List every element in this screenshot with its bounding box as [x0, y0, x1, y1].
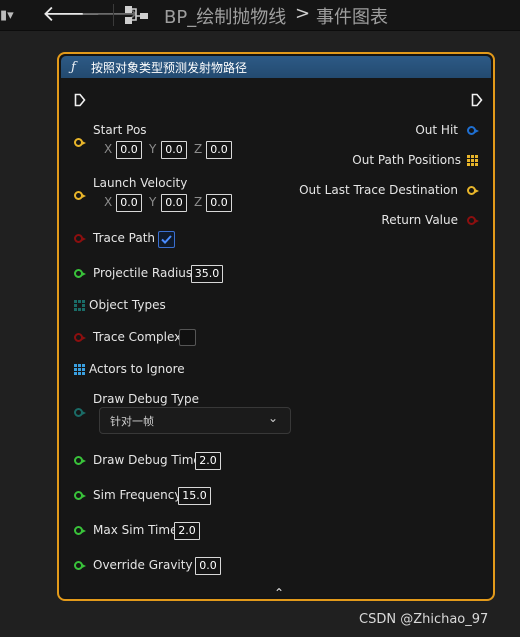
node-header[interactable]: ƒ 按照对象类型预测发射物路径	[61, 56, 491, 78]
launch-velocity-z-axis: Z	[194, 195, 203, 209]
start-pos-pin[interactable]	[74, 138, 86, 147]
actors-to-ignore-array-pin-icon[interactable]	[74, 364, 85, 375]
override-gravity-z-field[interactable]: 0.0	[195, 557, 221, 575]
exec-input-pin-icon[interactable]	[74, 93, 86, 107]
launch-velocity-x-axis: X	[104, 195, 113, 209]
chevron-down-icon: ⌄	[267, 411, 278, 425]
toolbar-divider	[113, 4, 114, 26]
out-path-positions-array-pin-icon[interactable]	[467, 155, 478, 166]
start-pos-x-axis: X	[104, 142, 113, 156]
sim-frequency-field[interactable]: 15.0	[178, 487, 211, 505]
node-title: 按照对象类型预测发射物路径	[91, 60, 248, 75]
start-pos-z-axis: Z	[194, 142, 203, 156]
breadcrumb-blueprint[interactable]: BP_绘制抛物线	[164, 3, 286, 29]
watermark: CSDN @Zhichao_97	[359, 612, 489, 627]
override-gravity-z-label: Override Gravity Z	[93, 558, 205, 572]
function-node[interactable]: ƒ 按照对象类型预测发射物路径 Start Pos X 0.0 Y 0.0 Z …	[57, 52, 495, 601]
max-sim-time-pin[interactable]	[74, 526, 86, 535]
out-hit-label: Out Hit	[415, 123, 458, 137]
launch-velocity-x-field[interactable]: 0.0	[116, 194, 142, 212]
collapse-node-icon[interactable]: ⌃	[274, 586, 284, 597]
launch-velocity-y-axis: Y	[149, 195, 157, 209]
breadcrumb-bar: ▮▾ 🡐 🡒 BP_绘制抛物线 > 事件图表	[0, 0, 520, 31]
projectile-radius-label: Projectile Radius	[93, 266, 193, 280]
max-sim-time-field[interactable]: 2.0	[174, 522, 200, 540]
object-types-label: Object Types	[89, 298, 166, 312]
start-pos-x-field[interactable]: 0.0	[116, 141, 142, 159]
draw-debug-type-label: Draw Debug Type	[93, 392, 199, 406]
trace-path-label: Trace Path	[93, 231, 156, 245]
start-pos-y-axis: Y	[149, 142, 157, 156]
launch-velocity-pin[interactable]	[74, 191, 86, 200]
graph-icon	[125, 6, 148, 24]
return-value-pin[interactable]	[467, 216, 479, 225]
launch-velocity-z-field[interactable]: 0.0	[206, 194, 232, 212]
draw-debug-time-pin[interactable]	[74, 456, 86, 465]
start-pos-label: Start Pos	[93, 123, 147, 137]
draw-debug-time-label: Draw Debug Time	[93, 453, 201, 467]
function-icon: ƒ	[71, 59, 76, 75]
trace-complex-pin[interactable]	[74, 333, 86, 342]
trace-complex-checkbox[interactable]	[179, 329, 196, 346]
breadcrumb-event-graph[interactable]: 事件图表	[316, 3, 388, 29]
sim-frequency-pin[interactable]	[74, 491, 86, 500]
start-pos-y-field[interactable]: 0.0	[161, 141, 187, 159]
trace-path-checkbox[interactable]	[158, 231, 175, 248]
breadcrumb-separator: >	[295, 3, 311, 24]
projectile-radius-field[interactable]: 35.0	[191, 265, 223, 283]
out-hit-pin[interactable]	[467, 126, 479, 135]
start-pos-z-field[interactable]: 0.0	[206, 141, 232, 159]
checkmark-icon	[161, 235, 172, 244]
draw-debug-type-pin[interactable]	[74, 408, 86, 417]
override-gravity-z-pin[interactable]	[74, 561, 86, 570]
return-value-label: Return Value	[381, 213, 458, 227]
trace-complex-label: Trace Complex	[93, 330, 182, 344]
launch-velocity-label: Launch Velocity	[93, 176, 188, 190]
projectile-radius-pin[interactable]	[74, 269, 86, 278]
trace-path-pin[interactable]	[74, 234, 86, 243]
draw-debug-type-selected: 针对一帧	[110, 415, 154, 428]
exec-output-pin-icon[interactable]	[471, 93, 483, 107]
sim-frequency-label: Sim Frequency	[93, 488, 182, 502]
out-last-trace-destination-label: Out Last Trace Destination	[299, 183, 458, 197]
menu-icon[interactable]: ▮▾	[0, 8, 14, 23]
draw-debug-time-field[interactable]: 2.0	[195, 452, 221, 470]
actors-to-ignore-label: Actors to Ignore	[89, 362, 185, 376]
out-path-positions-label: Out Path Positions	[352, 153, 461, 167]
out-last-trace-destination-pin[interactable]	[467, 186, 479, 195]
launch-velocity-y-field[interactable]: 0.0	[161, 194, 187, 212]
max-sim-time-label: Max Sim Time	[93, 523, 178, 537]
draw-debug-type-dropdown[interactable]: 针对一帧 ⌄	[99, 407, 291, 434]
object-types-array-pin-icon[interactable]	[74, 300, 85, 311]
